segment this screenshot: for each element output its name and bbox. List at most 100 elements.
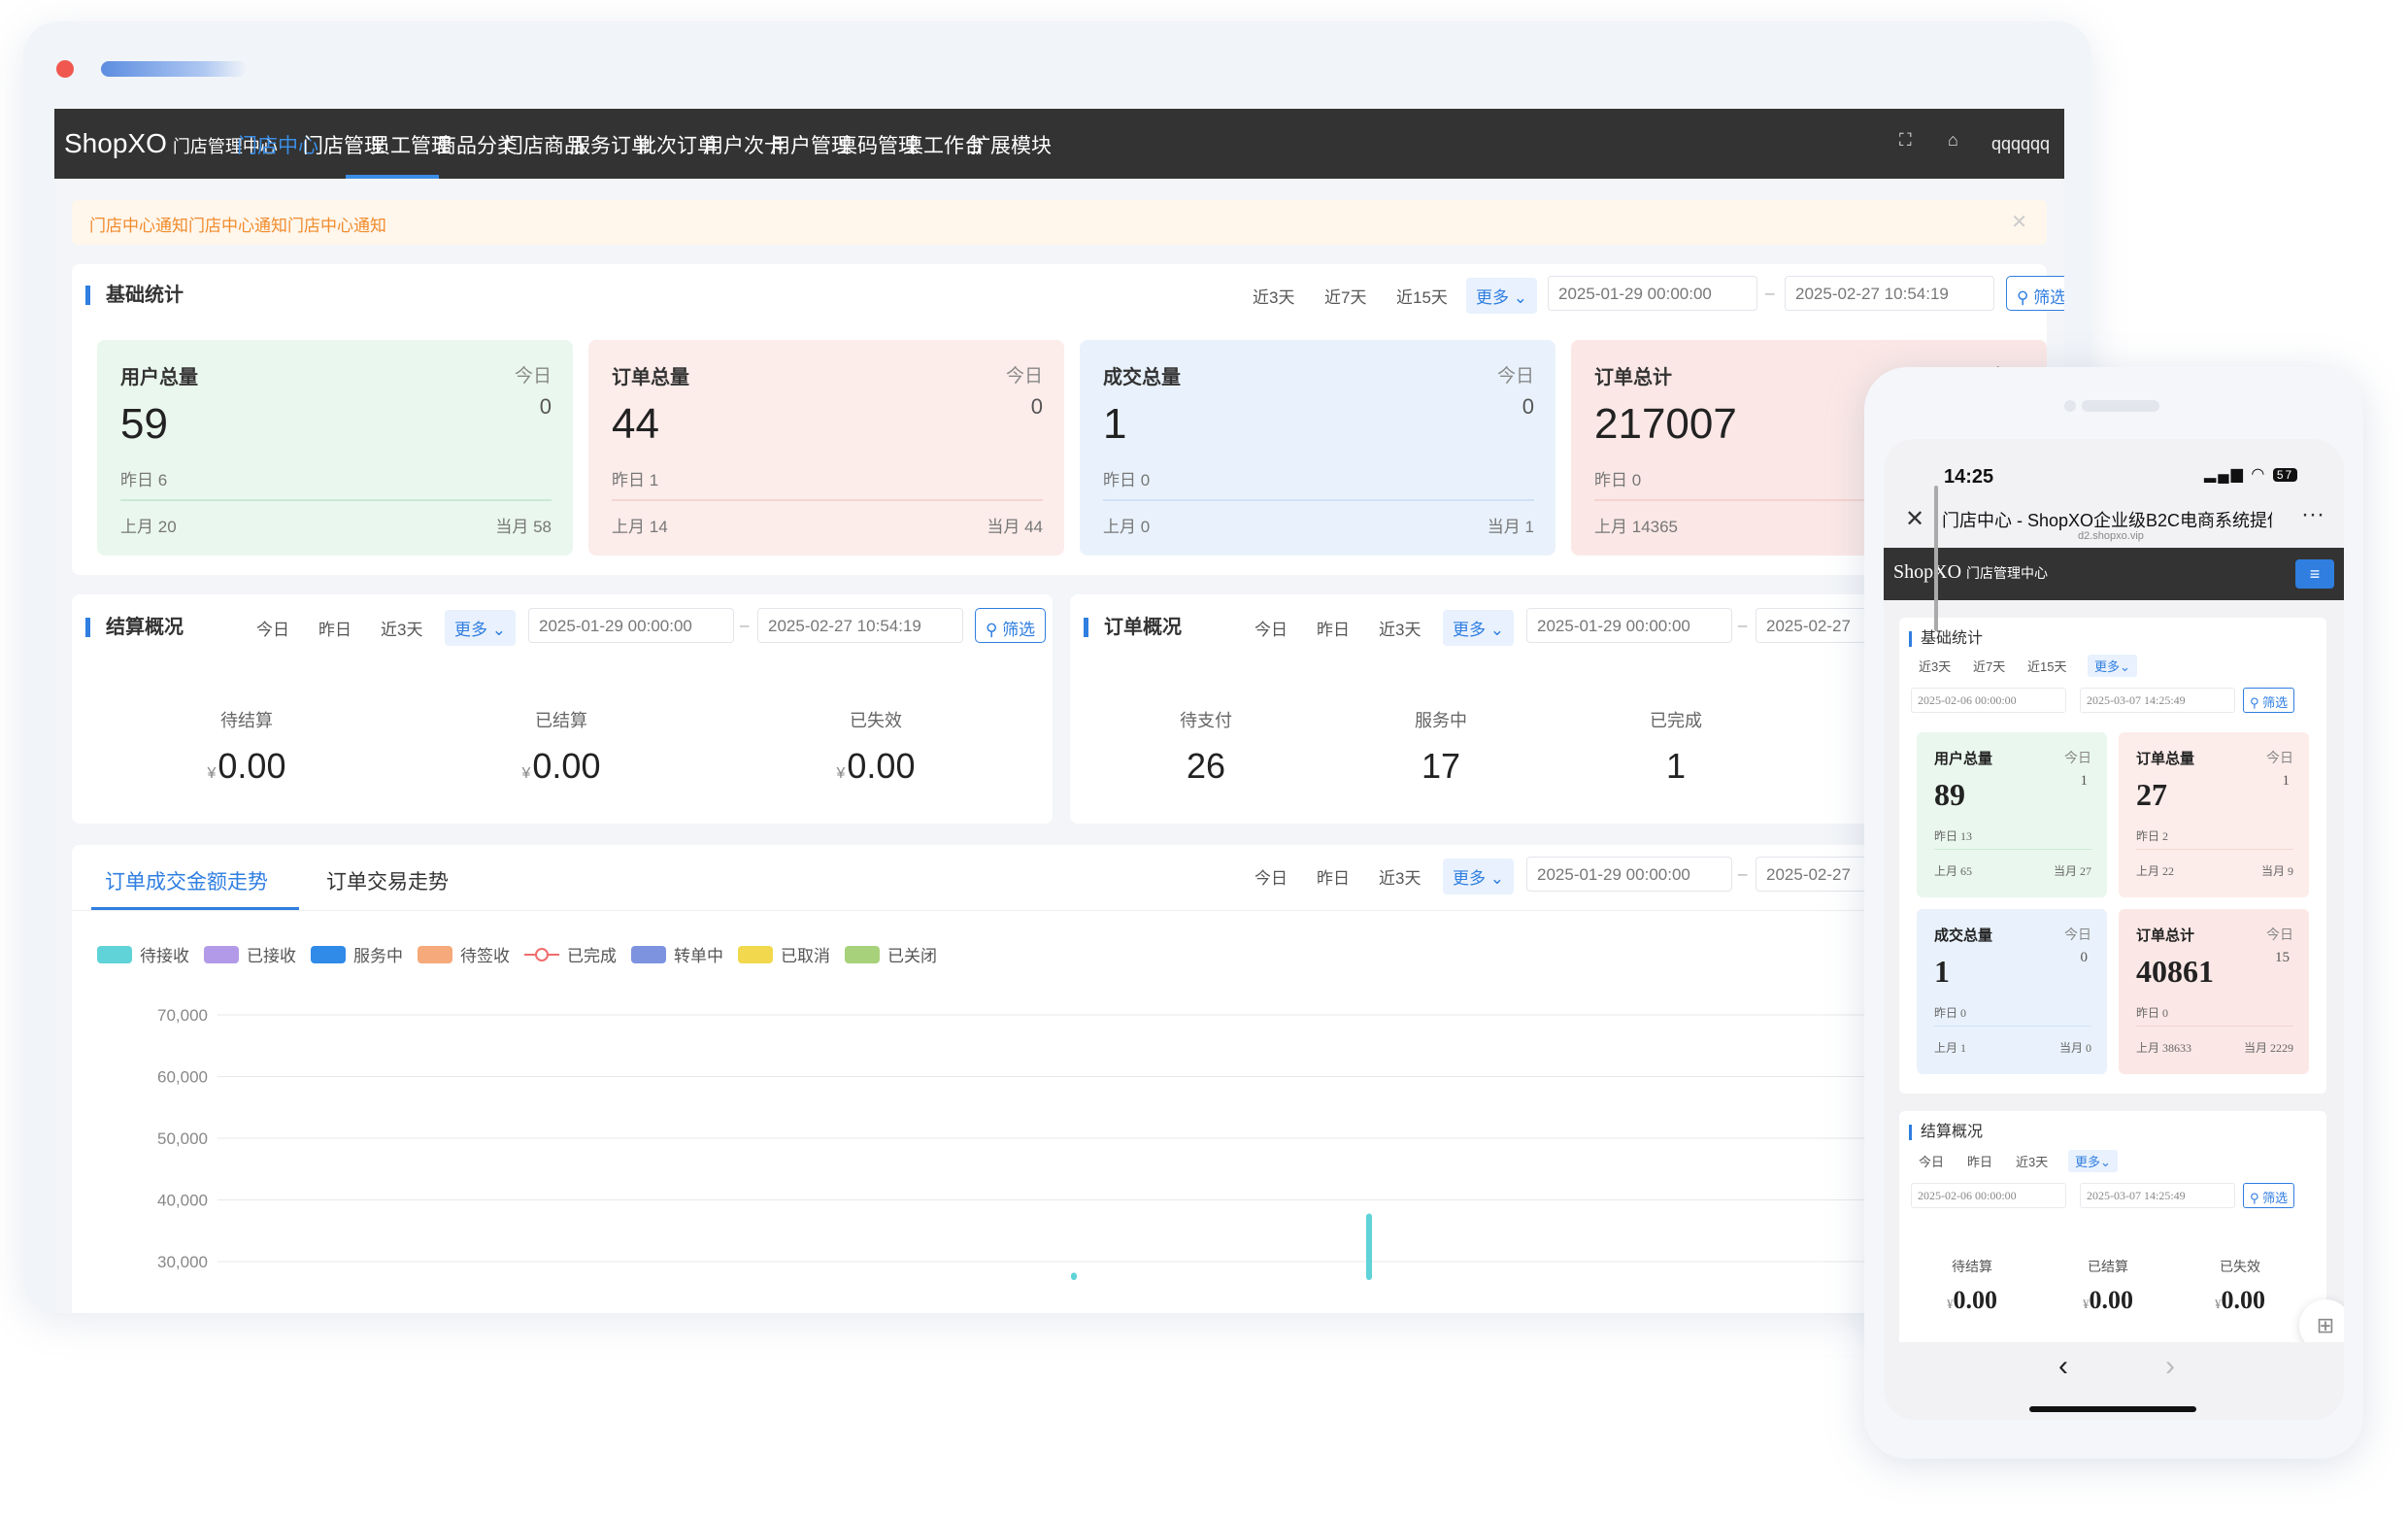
back-arrow-icon[interactable]: ‹ bbox=[2058, 1350, 2068, 1383]
last-month-value: 22 bbox=[2162, 864, 2175, 878]
range-15days[interactable]: 近15天 bbox=[1387, 278, 1457, 314]
range-3days[interactable]: 近3天 bbox=[1243, 278, 1304, 314]
this-month-value: 27 bbox=[2080, 864, 2091, 878]
settle-pending: 待结算 ¥0.00 bbox=[140, 707, 353, 787]
filter-button[interactable]: ⚲ 筛选 bbox=[2243, 1183, 2295, 1208]
legend-item[interactable]: 待接收 bbox=[97, 942, 189, 966]
stat-card: 订单总量 今日 0 44 昨日 1 上月 14 当月 44 bbox=[588, 340, 1064, 556]
close-icon[interactable]: ✕ bbox=[1905, 505, 1924, 533]
start-date-input[interactable]: 2025-01-29 00:00:00 bbox=[528, 608, 734, 643]
y-tick-label: 40,000 bbox=[157, 1192, 208, 1210]
settle-label: 已失效 bbox=[850, 711, 902, 730]
end-date-input[interactable]: 2025-03-07 14:25:49 bbox=[2080, 1183, 2235, 1208]
chart-bar[interactable] bbox=[1071, 1272, 1077, 1281]
forward-arrow-icon[interactable]: › bbox=[2165, 1350, 2175, 1383]
start-date-input[interactable]: 2025-01-29 00:00:00 bbox=[1526, 857, 1732, 892]
start-date-input[interactable]: 2025-01-29 00:00:00 bbox=[1548, 276, 1757, 311]
range-3days[interactable]: 近3天 bbox=[1919, 657, 1951, 675]
legend-item[interactable]: 待签收 bbox=[418, 942, 510, 966]
range-7days[interactable]: 近7天 bbox=[1973, 657, 2005, 675]
this-month-label: 当月 bbox=[2260, 864, 2285, 878]
range-today[interactable]: 今日 bbox=[1245, 859, 1297, 894]
range-3days[interactable]: 近3天 bbox=[1369, 859, 1430, 894]
home-icon[interactable]: ⌂ bbox=[1948, 130, 1958, 151]
wifi-icon: ◠ bbox=[2251, 466, 2267, 483]
more-dropdown[interactable]: 更多 ⌄ bbox=[1443, 610, 1514, 646]
range-3days[interactable]: 近3天 bbox=[371, 610, 432, 646]
legend-item[interactable]: 已接收 bbox=[204, 942, 296, 966]
notice-bar: 门店中心通知门店中心通知门店中心通知 ✕ bbox=[72, 200, 2047, 245]
start-date-input[interactable]: 2025-01-29 00:00:00 bbox=[1526, 608, 1732, 643]
window-close-dot[interactable] bbox=[56, 60, 74, 78]
settle-expired: 已失效 ¥0.00 bbox=[769, 707, 983, 787]
end-date-input[interactable]: 2025-03-07 14:25:49 bbox=[2080, 688, 2235, 713]
today-label: 今日 bbox=[2064, 752, 2091, 766]
end-date-input[interactable]: 2025-02-27 10:54:19 bbox=[1785, 276, 1994, 311]
user-menu[interactable]: qqqqqq bbox=[1991, 134, 2050, 154]
more-options-icon[interactable]: ··· bbox=[2301, 501, 2324, 528]
legend-item[interactable]: 已取消 bbox=[738, 942, 830, 966]
range-yesterday[interactable]: 昨日 bbox=[1307, 859, 1359, 894]
address-bar[interactable] bbox=[101, 61, 247, 77]
range-today[interactable]: 今日 bbox=[247, 610, 299, 646]
more-dropdown[interactable]: 更多⌄ bbox=[2068, 1150, 2118, 1172]
stat-label: 订单总量 bbox=[2136, 752, 2195, 767]
this-month-value: 58 bbox=[533, 518, 552, 536]
legend-swatch bbox=[845, 945, 880, 963]
orders-pending-pay: 待支付 26 bbox=[1099, 707, 1313, 787]
filter-button[interactable]: ⚲ 筛选 bbox=[2243, 688, 2295, 713]
legend-item[interactable]: 已完成 bbox=[524, 942, 617, 966]
filter-button[interactable]: ⚲ 筛选 bbox=[975, 608, 1047, 643]
scrollbar[interactable] bbox=[1934, 486, 1938, 631]
more-label: 更多 bbox=[1453, 621, 1486, 639]
range-today[interactable]: 今日 bbox=[1919, 1152, 1944, 1170]
last-month-value: 14365 bbox=[1631, 518, 1679, 536]
start-date-input[interactable]: 2025-02-06 00:00:00 bbox=[1911, 1183, 2066, 1208]
more-dropdown[interactable]: 更多 ⌄ bbox=[445, 610, 516, 646]
yesterday-stat: 昨日 13 bbox=[1934, 827, 1972, 844]
range-yesterday[interactable]: 昨日 bbox=[1967, 1152, 1992, 1170]
today-value: 0 bbox=[1030, 394, 1043, 419]
range-today[interactable]: 今日 bbox=[1245, 610, 1297, 646]
chevron-down-icon: ⌄ bbox=[491, 621, 506, 639]
range-3days[interactable]: 近3天 bbox=[1369, 610, 1430, 646]
settle-label: 待结算 bbox=[220, 711, 273, 730]
last-month-value: 0 bbox=[1140, 518, 1151, 536]
brand[interactable]: ShopXO 门店管理中心 bbox=[1893, 561, 2048, 584]
range-yesterday[interactable]: 昨日 bbox=[1307, 610, 1359, 646]
amount: 0.00 bbox=[217, 746, 286, 786]
start-date-input[interactable]: 2025-02-06 00:00:00 bbox=[1911, 688, 2066, 713]
mobile-stat-cards: 用户总量 今日 1 89 昨日 13 上月 65 当月 27 订单总量 今日 1 27 昨日 2 上月 … bbox=[1917, 732, 2309, 1074]
more-dropdown[interactable]: 更多⌄ bbox=[2088, 655, 2137, 677]
status-icons: ▂▄▆ ◠ 57 bbox=[2204, 464, 2298, 484]
tab-order-trade-trend[interactable]: 订单交易走势 bbox=[326, 866, 449, 895]
stat-card: 用户总量 今日 1 89 昨日 13 上月 65 当月 27 bbox=[1917, 732, 2107, 897]
this-month-stat: 当月 27 bbox=[2054, 862, 2091, 879]
range-15days[interactable]: 近15天 bbox=[2027, 657, 2066, 675]
range-dash: – bbox=[740, 616, 750, 634]
legend-label: 待签收 bbox=[460, 947, 510, 965]
legend-item[interactable]: 服务中 bbox=[311, 942, 403, 966]
range-yesterday[interactable]: 昨日 bbox=[309, 610, 361, 646]
nav-item[interactable]: 扩展模块 bbox=[970, 130, 1052, 159]
more-dropdown[interactable]: 更多 ⌄ bbox=[1443, 859, 1514, 894]
range-7days[interactable]: 近7天 bbox=[1315, 278, 1376, 314]
close-icon[interactable]: ✕ bbox=[2011, 210, 2027, 234]
this-month-label: 当月 bbox=[2053, 864, 2077, 878]
amount: 0.00 bbox=[847, 746, 916, 786]
filter-button[interactable]: ⚲ 筛选 bbox=[2006, 276, 2064, 311]
last-month-stat: 上月 14 bbox=[612, 513, 668, 537]
last-month-label: 上月 bbox=[1103, 518, 1136, 536]
yesterday-stat: 昨日 2 bbox=[2136, 827, 2168, 844]
this-month-label: 当月 bbox=[2243, 1041, 2267, 1055]
end-date-input[interactable]: 2025-02-27 10:54:19 bbox=[757, 608, 963, 643]
order-count: 17 bbox=[1421, 746, 1461, 786]
legend-item[interactable]: 已关闭 bbox=[845, 942, 937, 966]
legend-item[interactable]: 转单中 bbox=[631, 942, 723, 966]
chart-bar[interactable] bbox=[1366, 1213, 1372, 1281]
range-3days[interactable]: 近3天 bbox=[2016, 1152, 2048, 1170]
fullscreen-icon[interactable]: ⛶ bbox=[1899, 130, 1912, 151]
tab-order-amount-trend[interactable]: 订单成交金额走势 bbox=[105, 866, 268, 895]
more-dropdown[interactable]: 更多 ⌄ bbox=[1466, 278, 1537, 314]
menu-icon[interactable]: ≡ bbox=[2295, 559, 2334, 589]
